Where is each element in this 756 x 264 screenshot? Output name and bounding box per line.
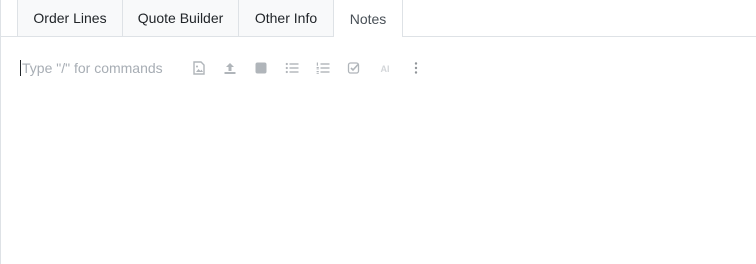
editor-placeholder: Type "/" for commands bbox=[22, 60, 163, 76]
tab-order-lines[interactable]: Order Lines bbox=[17, 0, 122, 36]
more-vertical-icon[interactable] bbox=[407, 59, 425, 77]
upload-icon[interactable] bbox=[221, 59, 239, 77]
notes-panel: Order Lines Quote Builder Other Info Not… bbox=[0, 0, 756, 264]
panel-left-border bbox=[0, 0, 1, 264]
numbered-list-icon[interactable] bbox=[314, 59, 332, 77]
bulleted-list-icon[interactable] bbox=[283, 59, 301, 77]
tab-bar: Order Lines Quote Builder Other Info Not… bbox=[17, 0, 403, 37]
tab-quote-builder[interactable]: Quote Builder bbox=[122, 0, 238, 36]
editor-toolbar: AI bbox=[190, 59, 438, 77]
ai-icon-label: AI bbox=[381, 64, 390, 74]
tab-notes[interactable]: Notes bbox=[333, 0, 403, 37]
checklist-icon[interactable] bbox=[345, 59, 363, 77]
tab-other-info[interactable]: Other Info bbox=[238, 0, 333, 36]
notes-editor[interactable]: Type "/" for commands bbox=[20, 57, 163, 79]
text-caret bbox=[20, 60, 21, 76]
ai-icon[interactable]: AI bbox=[376, 59, 394, 77]
square-icon[interactable] bbox=[252, 59, 270, 77]
image-icon[interactable] bbox=[190, 59, 208, 77]
